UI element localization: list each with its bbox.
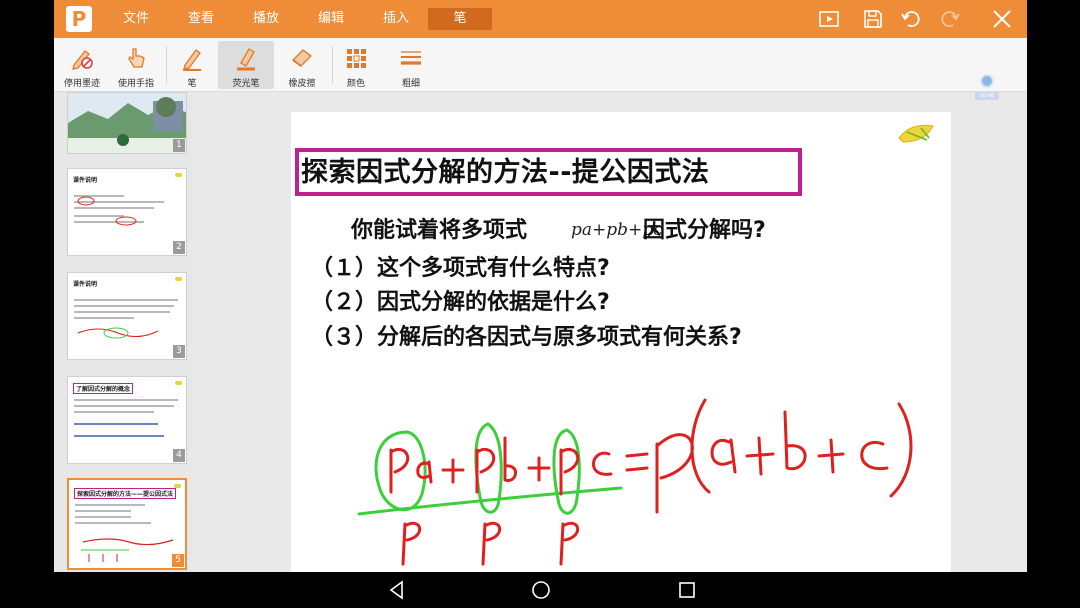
slide-number: 1	[173, 139, 185, 152]
close-icon[interactable]	[991, 8, 1013, 30]
pen-icon	[183, 49, 201, 71]
tool-label: 使用手指	[117, 79, 154, 89]
screen-frame: P 文件 查看 播放 编辑 插入 笔 停用墨迹 使用手指 笔 荧光笔 橡皮擦 颜…	[0, 0, 1080, 608]
ink-plus-2	[527, 456, 551, 482]
ink-plus-3	[745, 436, 775, 476]
ink-a-2	[710, 438, 737, 474]
line-weight-icon	[401, 51, 421, 65]
menu-bar: P 文件 查看 播放 编辑 插入 笔	[54, 0, 1027, 38]
disable-ink-button[interactable]: 停用墨迹	[54, 41, 110, 89]
slide-number: 4	[173, 449, 185, 462]
ink-b-1	[503, 436, 517, 482]
text-line	[74, 411, 154, 413]
ink-paren-close	[889, 402, 913, 498]
highlighter-icon	[237, 48, 255, 71]
slide-number: 3	[173, 345, 185, 358]
redo-icon[interactable]	[939, 8, 961, 30]
handwriting-ink	[357, 398, 913, 566]
line-weight-button[interactable]: 粗细	[383, 41, 439, 89]
back-icon[interactable]	[387, 580, 407, 600]
leaf-decoration-icon	[175, 381, 182, 385]
eraser-icon	[292, 49, 312, 67]
green-underline	[357, 486, 623, 516]
text-line	[74, 399, 178, 401]
scenery-image	[68, 93, 186, 153]
ink-plus-4	[817, 438, 845, 474]
pen-toolbar: 停用墨迹 使用手指 笔 荧光笔 橡皮擦 颜色 粗细 00:48	[54, 38, 1027, 100]
tool-label: 粗细	[401, 79, 420, 89]
ink-marks	[77, 196, 137, 226]
tool-label: 颜色	[346, 79, 365, 89]
text-line	[74, 435, 164, 437]
scroll-handle[interactable]	[980, 74, 994, 88]
time-badge: 00:48	[975, 92, 999, 100]
recent-apps-icon[interactable]	[677, 580, 697, 600]
color-button[interactable]: 颜色	[328, 41, 384, 89]
ink-p-under-3	[559, 521, 579, 566]
ink-p-big	[655, 433, 694, 514]
ink-marks	[81, 538, 174, 562]
tool-label: 笔	[187, 79, 197, 89]
eraser-button[interactable]: 橡皮擦	[274, 41, 330, 89]
tab-view[interactable]: 查看	[169, 0, 233, 38]
text-line	[74, 405, 174, 407]
ink-marks	[77, 327, 159, 339]
tool-label: 停用墨迹	[63, 79, 100, 89]
tab-insert[interactable]: 插入	[364, 0, 428, 38]
slide-thumbnail-2[interactable]: 课件说明 2	[67, 168, 187, 256]
slide-thumbnail-pane: 1 课件说明 2 课件说明 3 了解因式分解的概念 4 探索因式分解的方法——提…	[54, 92, 192, 572]
save-icon[interactable]	[862, 8, 884, 30]
tool-label: 橡皮擦	[288, 79, 316, 89]
ink-p-under-1	[401, 521, 421, 566]
pen-button[interactable]: 笔	[164, 41, 220, 89]
ink-equals	[625, 452, 649, 472]
presentation-app: P 文件 查看 播放 编辑 插入 笔 停用墨迹 使用手指 笔 荧光笔 橡皮擦 颜…	[54, 0, 1027, 572]
slide-canvas[interactable]: 探索因式分解的方法--提公因式法 你能试着将多项式 pa+pb+pc 因式分解吗…	[291, 112, 951, 572]
ink-b-2	[783, 410, 807, 471]
tab-file[interactable]: 文件	[104, 0, 168, 38]
tab-play[interactable]: 播放	[234, 0, 298, 38]
highlighter-button[interactable]: 荧光笔	[218, 41, 274, 89]
ink-p-under-2	[481, 521, 501, 566]
slide-thumbnail-1[interactable]: 1	[67, 92, 187, 154]
ink-paren-open	[690, 398, 711, 494]
tab-edit[interactable]: 编辑	[299, 0, 363, 38]
undo-icon[interactable]	[900, 8, 922, 30]
slide-thumbnail-5[interactable]: 探索因式分解的方法——提公因式法 5	[67, 478, 187, 570]
thumbnail-title: 了解因式分解的概念	[73, 383, 134, 394]
use-finger-button[interactable]: 使用手指	[108, 41, 164, 89]
slide-number: 5	[172, 554, 184, 567]
home-icon[interactable]	[531, 580, 551, 600]
finger-icon	[128, 48, 145, 68]
text-line	[74, 423, 158, 425]
color-grid-icon	[347, 49, 366, 68]
ink-plus-1	[441, 458, 465, 484]
ink-p-1	[389, 448, 410, 494]
slide-thumbnail-4[interactable]: 了解因式分解的概念 4	[67, 376, 187, 464]
pen-disable-icon	[72, 50, 93, 70]
play-icon[interactable]	[818, 8, 840, 30]
app-logo-icon[interactable]: P	[66, 6, 92, 32]
ink-c-2	[860, 440, 889, 471]
slide-number: 2	[173, 241, 185, 254]
system-nav-bar	[0, 572, 1080, 608]
tab-pen[interactable]: 笔	[428, 8, 492, 30]
slide-thumbnail-3[interactable]: 课件说明 3	[67, 272, 187, 360]
tool-label: 荧光笔	[232, 79, 260, 89]
ink-p-3	[559, 448, 580, 496]
ink-c-1	[592, 451, 613, 476]
